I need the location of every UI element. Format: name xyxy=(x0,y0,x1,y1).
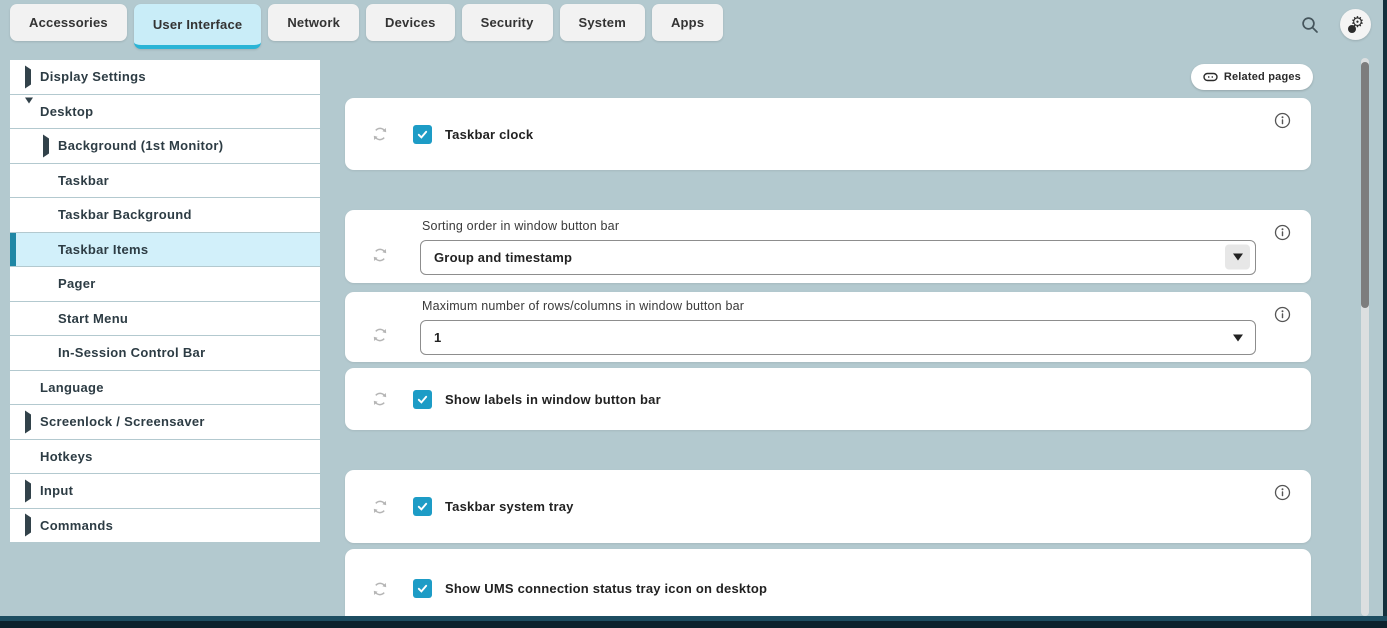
sorting-order-select[interactable]: Group and timestamp xyxy=(420,240,1256,275)
sidebar-item-pager[interactable]: Pager xyxy=(10,267,320,301)
taskbar-clock-toggle[interactable]: Taskbar clock xyxy=(413,125,533,144)
reset-to-default-icon[interactable] xyxy=(372,126,388,142)
link-icon xyxy=(1203,71,1218,83)
sidebar-item-start-menu[interactable]: Start Menu xyxy=(10,302,320,336)
max-rows-select[interactable]: 1 xyxy=(420,320,1256,355)
setting-card-show-labels: Show labels in window button bar xyxy=(345,368,1311,430)
checkbox-checked-icon[interactable] xyxy=(413,125,432,144)
info-icon[interactable] xyxy=(1274,306,1291,323)
chevron-down-icon xyxy=(25,104,33,119)
checkbox-checked-icon[interactable] xyxy=(413,497,432,516)
sidebar-item-input[interactable]: Input xyxy=(10,474,320,508)
sidebar-item-taskbar[interactable]: Taskbar xyxy=(10,164,320,198)
sidebar-item-commands[interactable]: Commands xyxy=(10,509,320,543)
setting-card-max-rows: Maximum number of rows/columns in window… xyxy=(345,292,1311,362)
sidebar-item-hotkeys[interactable]: Hotkeys xyxy=(10,440,320,474)
setting-card-sorting-order: Sorting order in window button bar Group… xyxy=(345,210,1311,283)
window-bottom-border xyxy=(0,616,1387,628)
chevron-right-icon xyxy=(25,518,31,533)
reset-to-default-icon[interactable] xyxy=(372,581,388,597)
chevron-right-icon xyxy=(43,138,49,153)
checkbox-checked-icon[interactable] xyxy=(413,579,432,598)
setting-label: Maximum number of rows/columns in window… xyxy=(422,299,1256,313)
setting-label: Show labels in window button bar xyxy=(445,392,661,407)
chevron-down-icon[interactable] xyxy=(1225,245,1250,270)
select-value: Group and timestamp xyxy=(434,250,572,265)
tab-accessories[interactable]: Accessories xyxy=(10,4,127,41)
settings-panel: Related pages Taskbar clock Sorting orde… xyxy=(345,0,1311,628)
reset-to-default-icon[interactable] xyxy=(372,247,388,263)
sidebar-item-taskbar-background[interactable]: Taskbar Background xyxy=(10,198,320,232)
scrollbar-thumb[interactable] xyxy=(1361,62,1369,308)
sidebar-item-taskbar-items[interactable]: Taskbar Items xyxy=(10,233,320,267)
sidebar-item-in-session-control-bar[interactable]: In-Session Control Bar xyxy=(10,336,320,370)
reset-to-default-icon[interactable] xyxy=(372,499,388,515)
chevron-right-icon xyxy=(25,414,31,429)
chevron-right-icon xyxy=(25,69,31,84)
setting-card-taskbar-clock: Taskbar clock xyxy=(345,98,1311,170)
setting-label: Taskbar system tray xyxy=(445,499,574,514)
setting-label: Show UMS connection status tray icon on … xyxy=(445,581,767,596)
setting-card-system-tray: Taskbar system tray xyxy=(345,470,1311,543)
vertical-scrollbar[interactable] xyxy=(1361,58,1369,616)
setting-label: Sorting order in window button bar xyxy=(422,219,1256,233)
settings-window: Accessories User Interface Network Devic… xyxy=(0,0,1387,628)
reset-to-default-icon[interactable] xyxy=(372,391,388,407)
reset-to-default-icon[interactable] xyxy=(372,327,388,343)
checkbox-checked-icon[interactable] xyxy=(413,390,432,409)
sidebar-item-language[interactable]: Language xyxy=(10,371,320,405)
ums-tray-icon-toggle[interactable]: Show UMS connection status tray icon on … xyxy=(413,579,767,598)
related-pages-button[interactable]: Related pages xyxy=(1191,64,1313,90)
settings-tree: Display Settings Desktop Background (1st… xyxy=(10,60,320,543)
system-tray-toggle[interactable]: Taskbar system tray xyxy=(413,497,574,516)
sidebar-item-display-settings[interactable]: Display Settings xyxy=(10,60,320,94)
setting-label: Taskbar clock xyxy=(445,127,533,142)
info-icon[interactable] xyxy=(1274,484,1291,501)
info-icon[interactable] xyxy=(1274,112,1291,129)
chevron-right-icon xyxy=(25,483,31,498)
tab-user-interface[interactable]: User Interface xyxy=(134,4,262,49)
sidebar-item-screenlock-screensaver[interactable]: Screenlock / Screensaver xyxy=(10,405,320,439)
chevron-down-icon[interactable] xyxy=(1225,325,1250,350)
info-icon[interactable] xyxy=(1274,224,1291,241)
select-value: 1 xyxy=(434,330,441,345)
show-labels-toggle[interactable]: Show labels in window button bar xyxy=(413,390,661,409)
sidebar-item-desktop[interactable]: Desktop xyxy=(10,95,320,129)
gear-badge-icon[interactable]: ⚙ xyxy=(1340,9,1371,40)
sidebar-item-background-1st-monitor[interactable]: Background (1st Monitor) xyxy=(10,129,320,163)
window-right-border xyxy=(1383,0,1387,628)
